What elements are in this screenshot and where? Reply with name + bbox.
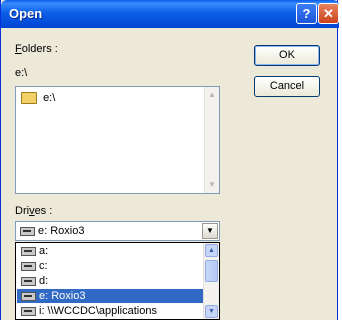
drive-option-a[interactable]: a: [17, 244, 204, 258]
drive-icon [20, 226, 35, 236]
folders-list[interactable]: e:\ ▲ ▼ [15, 86, 220, 194]
drives-selected-label: e: Roxio3 [38, 225, 85, 237]
drives-list-scrollbar[interactable]: ▲ ▼ [203, 243, 219, 319]
scroll-down-arrow-icon[interactable]: ▼ [205, 305, 218, 318]
drive-option-label: c: [39, 260, 48, 272]
folders-scrollbar[interactable]: ▲ ▼ [204, 87, 219, 193]
open-dialog: Open ? ✕ Folders : e:\ e:\ ▲ ▼ OK Cancel… [0, 0, 339, 320]
dropdown-arrow-icon[interactable]: ▼ [202, 223, 218, 239]
drive-option-i[interactable]: i: \\WCCDC\applications [17, 304, 204, 318]
drives-label: Drives : [15, 205, 52, 217]
cancel-button[interactable]: Cancel [254, 76, 320, 97]
folder-item[interactable]: e:\ [21, 92, 55, 105]
title-bar[interactable]: Open ? ✕ [1, 0, 339, 28]
drive-icon [21, 261, 36, 271]
scroll-thumb[interactable] [205, 260, 218, 282]
drive-option-e[interactable]: e: Roxio3 [17, 289, 204, 303]
drive-icon [21, 276, 36, 286]
drive-option-label: i: \\WCCDC\applications [39, 305, 157, 317]
current-path: e:\ [15, 67, 28, 79]
folder-item-label: e:\ [43, 92, 56, 105]
drive-icon [21, 306, 36, 316]
drive-option-c[interactable]: c: [17, 259, 204, 273]
drive-option-label: d: [39, 275, 49, 287]
ok-button[interactable]: OK [254, 45, 320, 66]
window-title: Open [9, 6, 43, 21]
close-button[interactable]: ✕ [318, 3, 339, 24]
help-button[interactable]: ? [296, 3, 317, 24]
scroll-up-arrow-icon[interactable]: ▲ [205, 88, 219, 102]
drives-combobox-value: e: Roxio3 [20, 225, 84, 237]
folders-label: Folders : [15, 43, 58, 55]
drive-option-label: e: Roxio3 [39, 290, 86, 302]
drives-label-pre: Dri [15, 205, 30, 217]
drive-option-label: a: [39, 245, 49, 257]
drive-option-d[interactable]: d: [17, 274, 204, 288]
drives-dropdown-list[interactable]: a: c: d: e: Roxio3 i: \\WCCDC\applicatio… [15, 242, 220, 320]
scroll-down-arrow-icon[interactable]: ▼ [205, 178, 219, 192]
drive-icon [21, 291, 36, 301]
drive-icon [21, 246, 36, 256]
open-folder-icon [21, 92, 37, 105]
scroll-up-arrow-icon[interactable]: ▲ [205, 244, 218, 257]
folders-label-text: olders : [21, 43, 58, 55]
folders-label-accel: F [15, 43, 22, 55]
drives-combobox[interactable]: e: Roxio3 ▼ [15, 221, 220, 241]
drives-label-post: es : [34, 205, 53, 217]
